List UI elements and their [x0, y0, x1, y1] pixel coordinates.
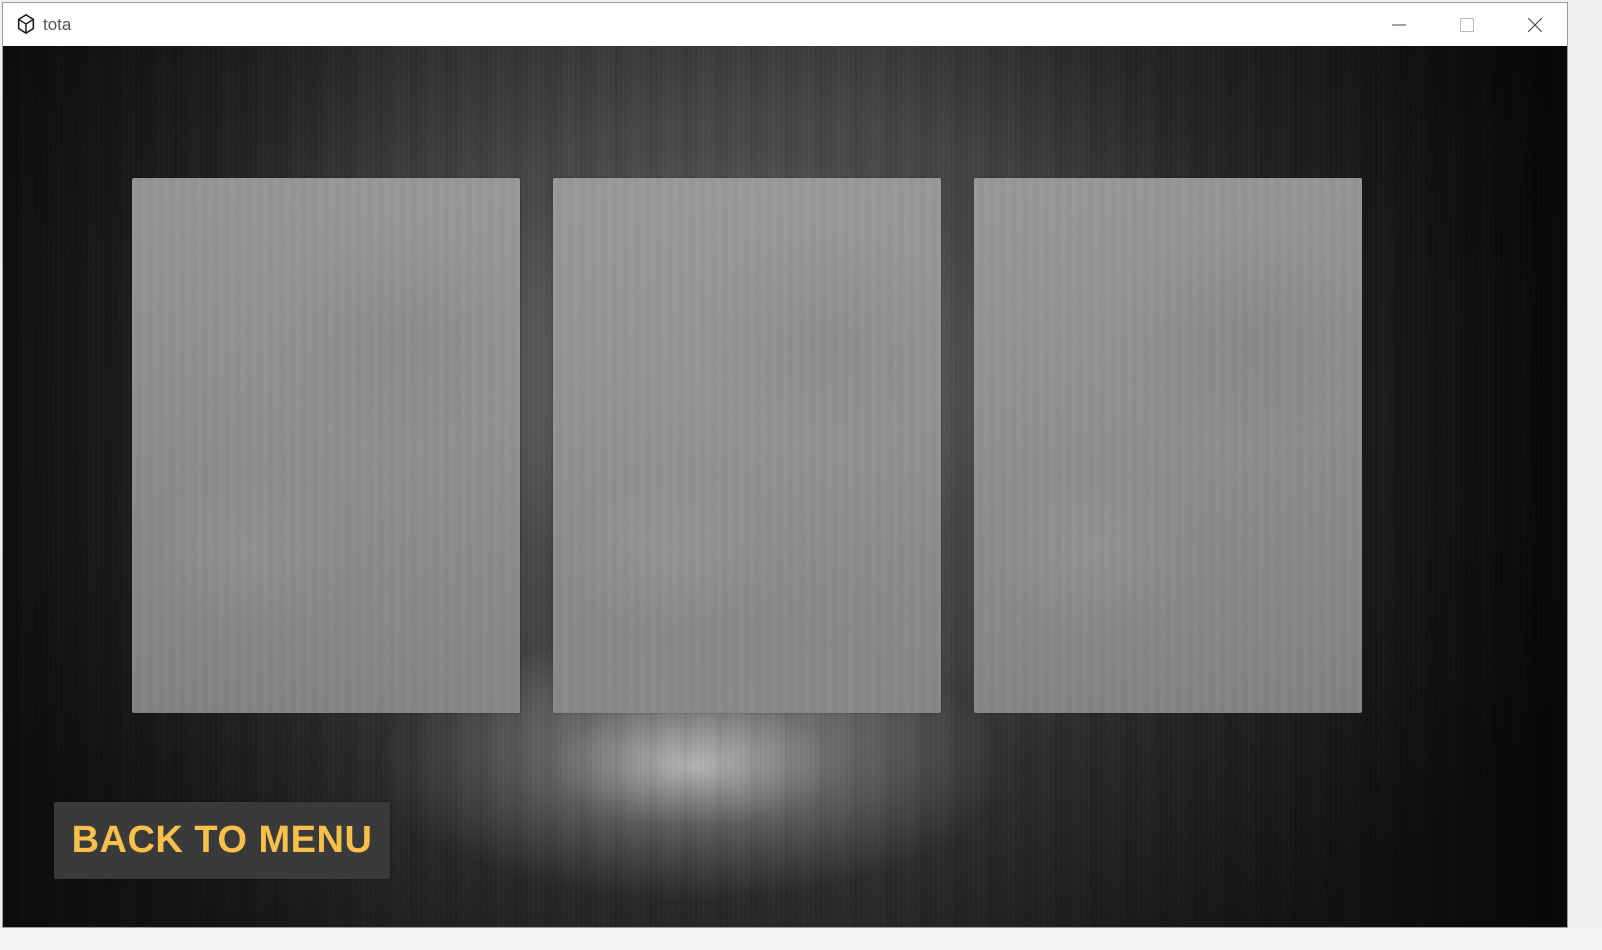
card-slot-3[interactable]	[974, 178, 1362, 713]
card-slot-1[interactable]	[132, 178, 520, 713]
card-texture	[974, 178, 1362, 713]
back-to-menu-label: BACK TO MENU	[71, 819, 373, 861]
card-slot-2[interactable]	[553, 178, 941, 713]
unity-icon	[17, 13, 35, 35]
maximize-icon	[1460, 17, 1474, 32]
title-bar[interactable]: tota	[3, 3, 1567, 46]
minimize-button[interactable]	[1365, 3, 1433, 46]
game-viewport: BACK TO MENU	[3, 46, 1567, 927]
card-texture	[132, 178, 520, 713]
minimize-icon	[1392, 24, 1406, 25]
back-to-menu-button[interactable]: BACK TO MENU	[54, 802, 390, 879]
close-icon	[1528, 17, 1542, 32]
close-button[interactable]	[1501, 3, 1567, 46]
desktop-background-strip	[0, 928, 1602, 950]
app-window: tota BACK TO MENU	[2, 2, 1568, 928]
card-texture	[553, 178, 941, 713]
window-title: tota	[43, 15, 72, 34]
maximize-button[interactable]	[1433, 3, 1501, 46]
